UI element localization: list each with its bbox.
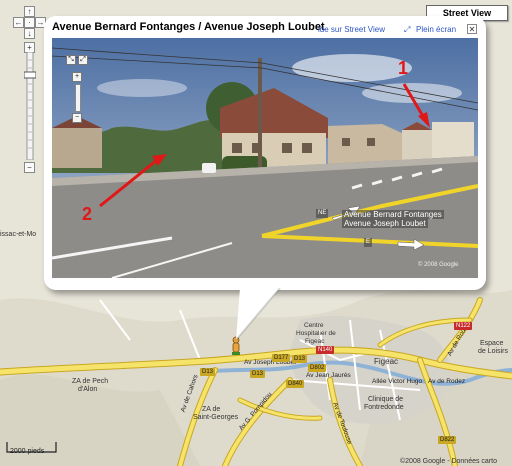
city-label: Figeac [374, 357, 399, 366]
place-label: ZA de [202, 406, 221, 413]
sv-zoom-in-button[interactable]: + [72, 72, 82, 82]
place-label: Hospitalier de [296, 330, 336, 337]
road-shield: D822 [438, 436, 457, 444]
street-view-guide-link[interactable]: ide sur Street View [318, 25, 385, 34]
place-label: Clinique de [368, 396, 404, 403]
place-label: Saint-Georges [193, 414, 239, 421]
annotation-label-2: 2 [82, 204, 93, 224]
close-button[interactable]: ✕ [467, 24, 477, 34]
road-label: Allée Victor Hugo [372, 378, 423, 385]
road-shield: D177 [272, 354, 291, 362]
street-label-1: Avenue Bernard Fontanges [342, 210, 444, 219]
pano-watermark: © 2008 Google [418, 262, 459, 268]
road-label: Av de Rodez [428, 378, 466, 385]
scale-label: 2000 pieds [10, 448, 45, 455]
road-shield: D13 [200, 368, 216, 376]
road-shield: D802 [308, 364, 327, 372]
fullscreen-icon[interactable]: ⤢ [404, 25, 410, 35]
copyright: ©2008 Google - Données carto [400, 458, 497, 465]
zoom-slider[interactable] [24, 52, 36, 160]
road-shield: D840 [286, 380, 305, 388]
pan-center-button[interactable]: · [24, 17, 35, 28]
compass-e-label: E [364, 238, 373, 247]
house [402, 122, 474, 160]
sv-zoom-slider[interactable] [75, 84, 81, 112]
annotation-label-1: 1 [398, 58, 409, 78]
pan-down-button[interactable]: ↓ [24, 28, 35, 39]
sv-rotate-left-icon[interactable]: ⤡ [66, 55, 76, 65]
bubble-pointer [235, 288, 281, 341]
place-label: Fontredonde [364, 404, 404, 411]
place-label: issac-et-Mo [0, 231, 37, 238]
road-shield: D13 [292, 355, 308, 363]
road-shield: D13 [250, 370, 266, 378]
road-shield: N122 [454, 322, 473, 330]
sv-rotate-right-icon[interactable]: ⤢ [78, 55, 88, 65]
zoom-thumb [24, 71, 36, 79]
bubble-title: Avenue Bernard Fontanges / Avenue Joseph… [52, 21, 325, 33]
pan-left-button[interactable]: ← [13, 17, 24, 28]
street-label-2: Avenue Joseph Loubet [342, 219, 428, 228]
road-shield: N140 [316, 346, 335, 354]
sv-zoom-out-button[interactable]: − [72, 113, 82, 123]
road-label: Av Jean Jaurès [306, 372, 351, 379]
place-label: Espace [480, 340, 504, 347]
compass-ne-label: NE [316, 209, 329, 218]
place-label: Figeac [305, 338, 325, 345]
place-label: Centre [304, 322, 324, 329]
place-label: d'Alon [78, 386, 98, 393]
pan-up-button[interactable]: ↑ [24, 6, 35, 17]
fullscreen-link[interactable]: Plein écran [416, 25, 456, 34]
street-view-panorama[interactable] [52, 38, 478, 278]
zoom-out-button[interactable]: − [24, 162, 35, 173]
place-label: de Loisirs [478, 348, 508, 355]
place-label: ZA de Pech [72, 378, 109, 385]
